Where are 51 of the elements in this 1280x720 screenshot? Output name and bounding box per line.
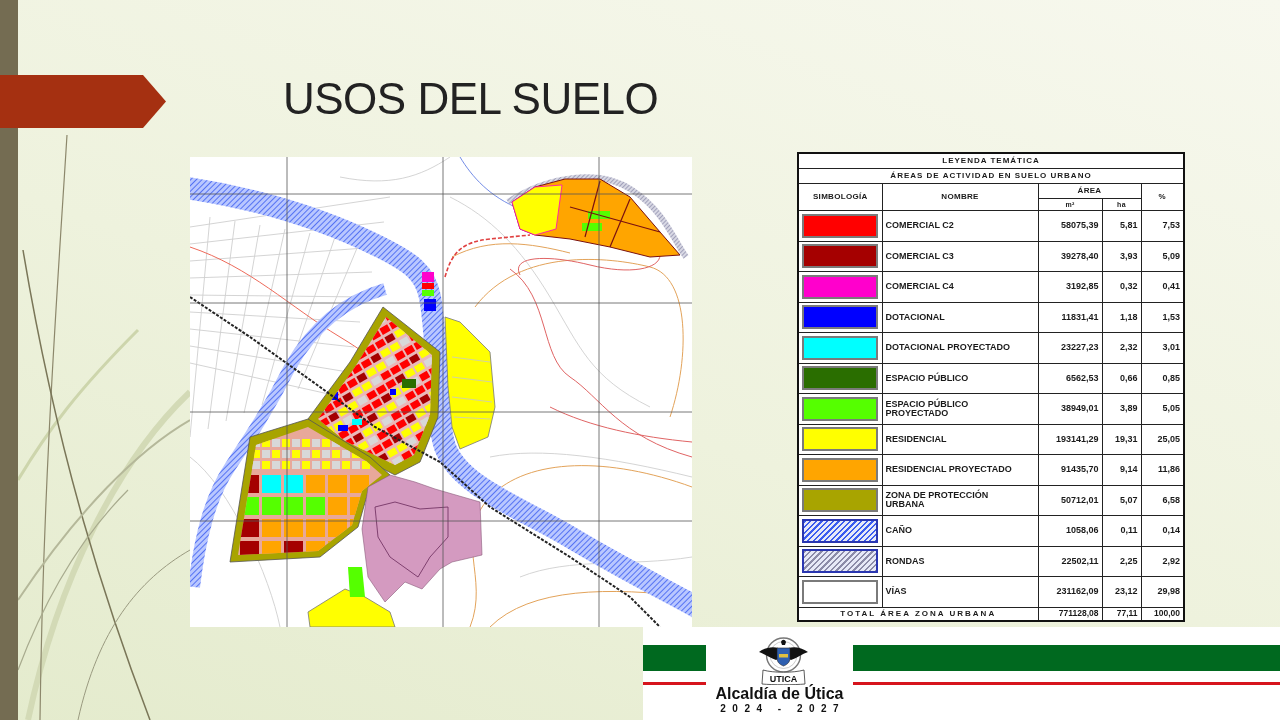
- hectare-value: 23,12: [1102, 576, 1141, 607]
- hectare-value: 0,32: [1102, 271, 1141, 302]
- area-value: 39278,40: [1038, 241, 1102, 272]
- hectare-value: 5,07: [1102, 485, 1141, 516]
- land-use-name: ZONA DE PROTECCIÓN URBANA: [882, 485, 1038, 516]
- hectare-value: 9,14: [1102, 454, 1141, 485]
- land-use-name: COMERCIAL C3: [882, 241, 1038, 272]
- column-header: SIMBOLOGÍA: [798, 183, 882, 211]
- land-use-name: RONDAS: [882, 546, 1038, 577]
- area-value: 11831,41: [1038, 302, 1102, 333]
- municipality-name: Alcaldía de Útica: [715, 685, 844, 702]
- legend-subtitle: ÁREAS DE ACTIVIDAD EN SUELO URBANO: [798, 168, 1184, 184]
- land-use-name: ESPACIO PÚBLICO PROYECTADO: [882, 393, 1038, 424]
- eagle-crest-icon: [759, 637, 808, 685]
- hectare-value: 0,66: [1102, 363, 1141, 394]
- hectare-value: 3,89: [1102, 393, 1141, 424]
- land-use-name: RESIDENCIAL: [882, 424, 1038, 455]
- land-use-name: VÍAS: [882, 576, 1038, 607]
- hectare-value: 2,32: [1102, 332, 1141, 363]
- footer-rule: [643, 682, 706, 685]
- area-value: 231162,09: [1038, 576, 1102, 607]
- hectare-value: 19,31: [1102, 424, 1141, 455]
- land-use-name: ESPACIO PÚBLICO: [882, 363, 1038, 394]
- legend-title: LEYENDA TEMÁTICA: [798, 153, 1184, 169]
- land-use-name: DOTACIONAL: [882, 302, 1038, 333]
- area-value: 38949,01: [1038, 393, 1102, 424]
- area-value: 23227,23: [1038, 332, 1102, 363]
- column-header: NOMBRE: [882, 183, 1038, 211]
- area-value: 1058,06: [1038, 515, 1102, 546]
- column-header: ÁREA: [1038, 183, 1141, 199]
- land-use-name: CAÑO: [882, 515, 1038, 546]
- land-use-name: COMERCIAL C4: [882, 271, 1038, 302]
- hectare-value: 3,93: [1102, 241, 1141, 272]
- area-value: 50712,01: [1038, 485, 1102, 516]
- area-value: 91435,70: [1038, 454, 1102, 485]
- area-value: 3192,85: [1038, 271, 1102, 302]
- area-value: 193141,29: [1038, 424, 1102, 455]
- slide-title: USOS DEL SUELO: [283, 77, 659, 121]
- land-use-name: DOTACIONAL PROYECTADO: [882, 332, 1038, 363]
- hectare-value: 5,81: [1102, 210, 1141, 241]
- hectare-value: 2,25: [1102, 546, 1141, 577]
- land-use-name: RESIDENCIAL PROYECTADO: [882, 454, 1038, 485]
- hectare-value: 0,11: [1102, 515, 1141, 546]
- land-use-name: COMERCIAL C2: [882, 210, 1038, 241]
- hectare-value: 1,18: [1102, 302, 1141, 333]
- area-value: 22502,11: [1038, 546, 1102, 577]
- area-value: 6562,53: [1038, 363, 1102, 394]
- emblem-label: UTICA: [769, 674, 798, 684]
- footer-band: [643, 645, 706, 671]
- area-value: 58075,39: [1038, 210, 1102, 241]
- term-years: 2024 - 2027: [719, 703, 846, 714]
